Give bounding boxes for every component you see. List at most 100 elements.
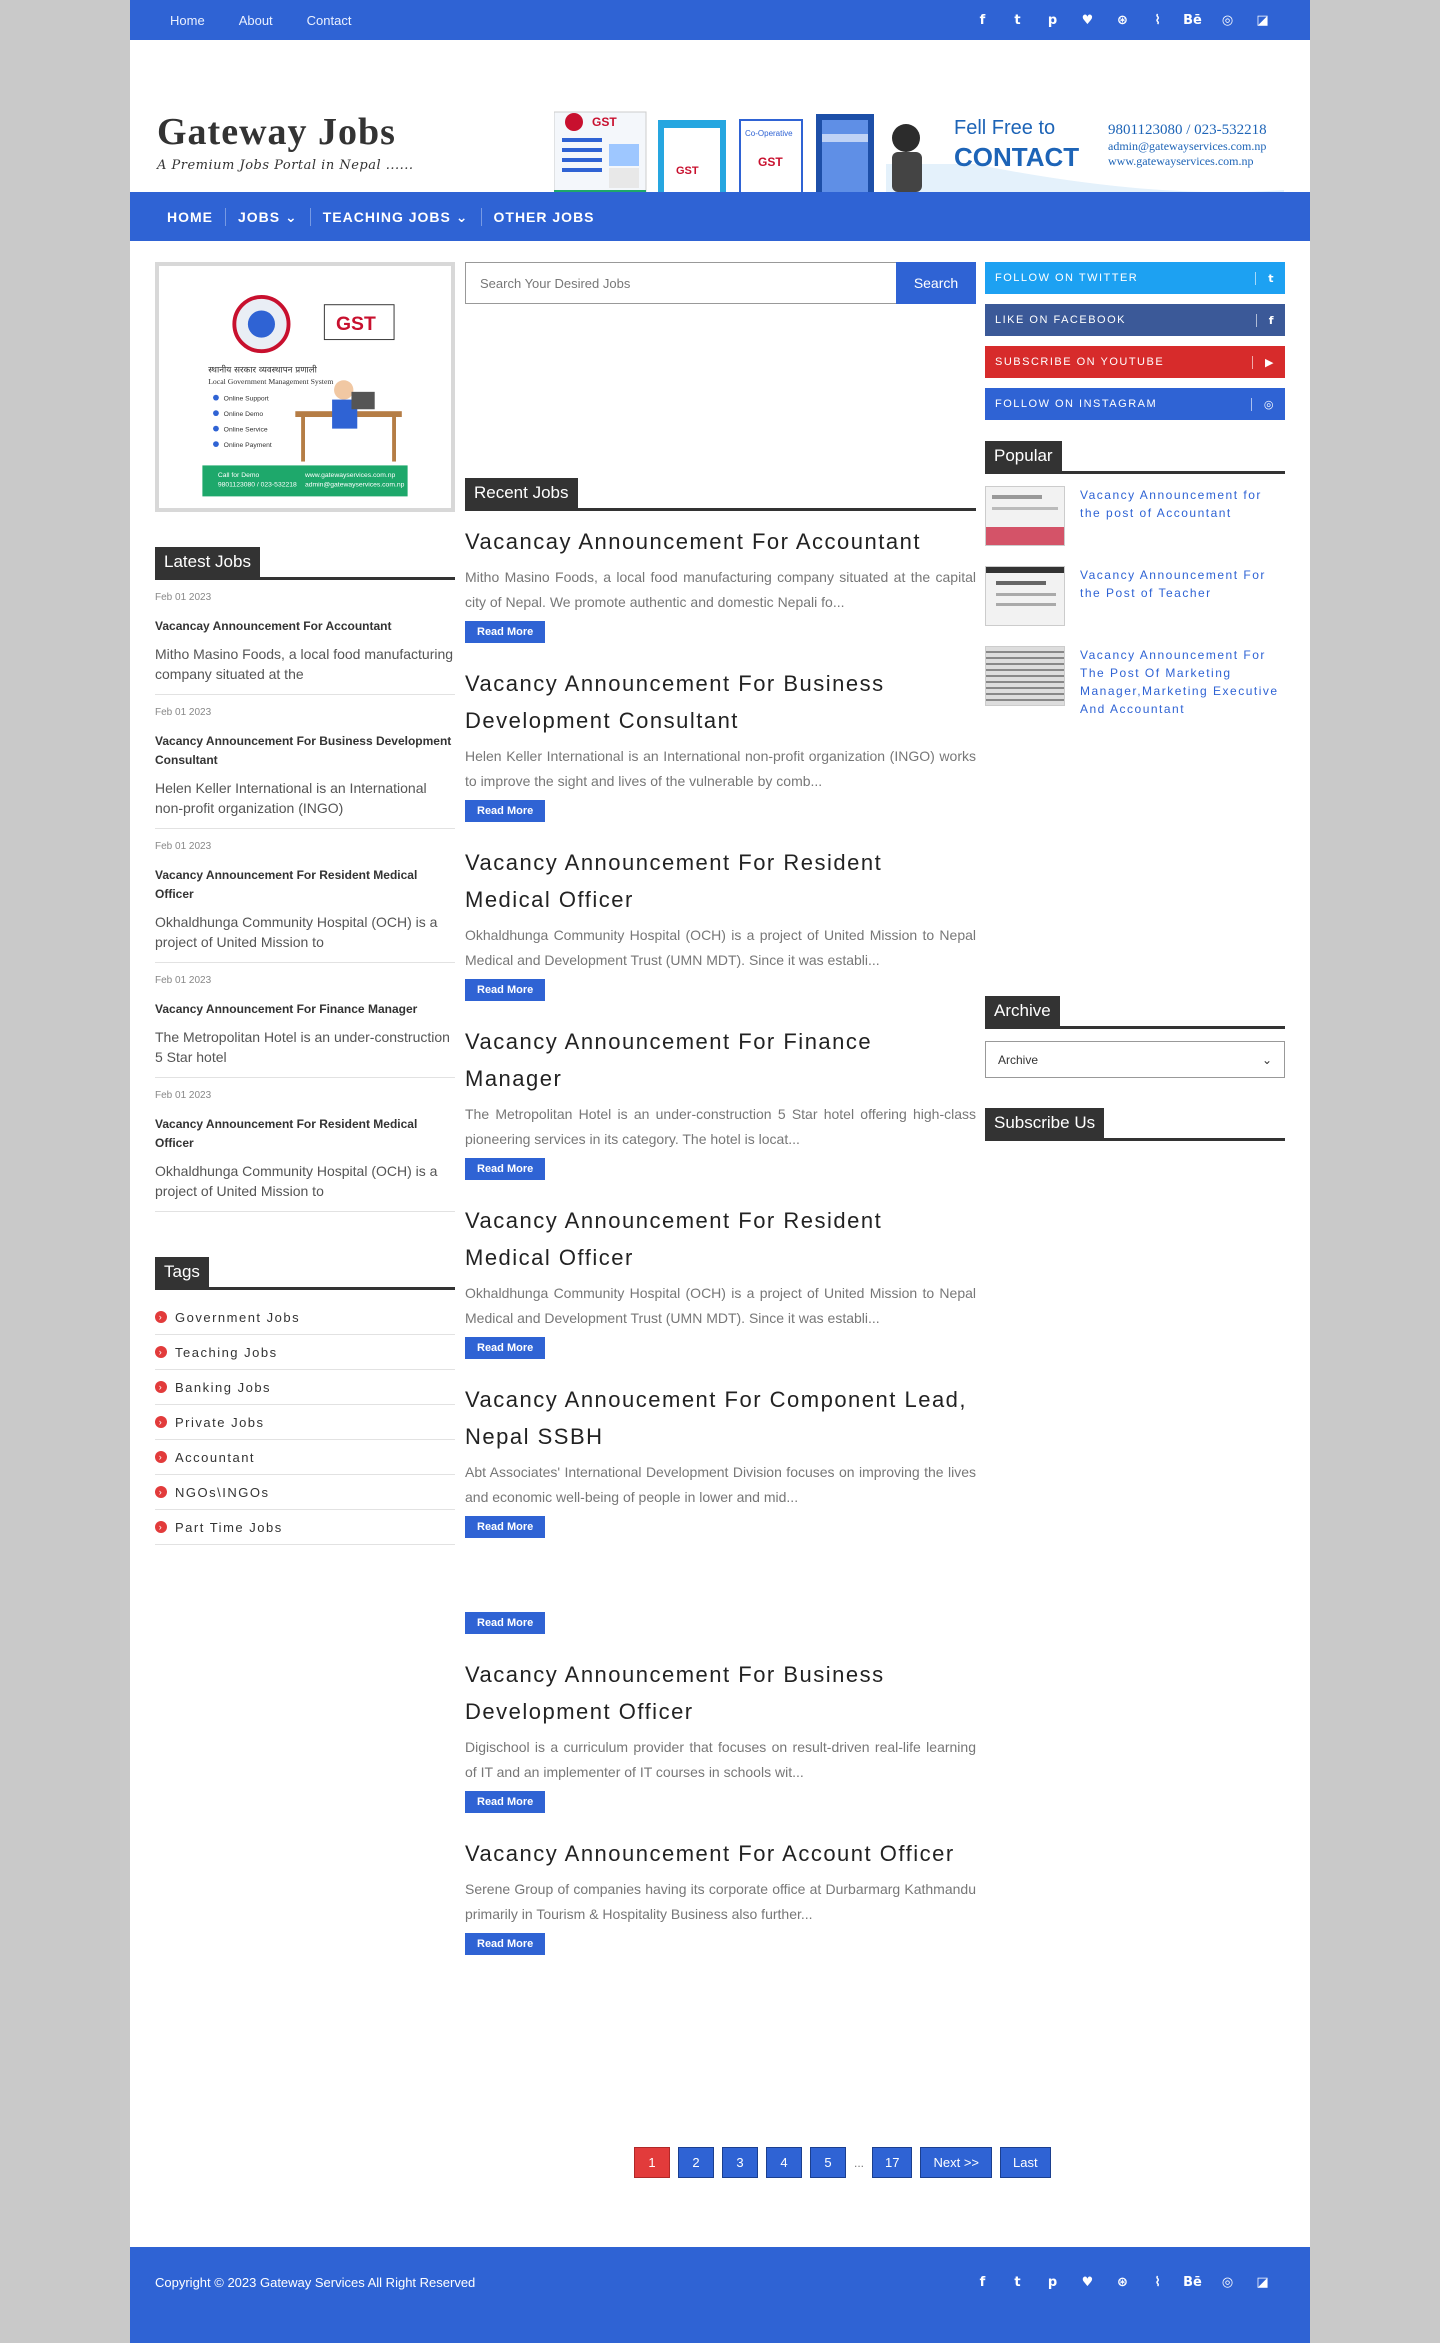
popular-post-link[interactable]: Vacancy Announcement for the post of Acc… [1080, 486, 1285, 546]
rss-icon[interactable]: ⌇ [1140, 2275, 1175, 2290]
follow-label: FOLLOW ON TWITTER [995, 272, 1139, 284]
top-nav-home-link[interactable]: Home [170, 13, 205, 28]
popular-title: Popular [985, 441, 1062, 471]
post-title-link[interactable]: Vacancy Announcement For Resident Medica… [465, 1202, 976, 1276]
tag-part-time-jobs[interactable]: › Part Time Jobs [155, 1510, 455, 1545]
follow-twitter-button[interactable]: FOLLOW ON TWITTER t [985, 262, 1285, 294]
post-title-link[interactable]: Vacancy Annoucement For Component Lead, … [465, 1381, 976, 1455]
dribbble-icon[interactable]: ⊛ [1105, 13, 1140, 28]
subscribe-youtube-button[interactable]: SUBSCRIBE ON YOUTUBE ▶ [985, 346, 1285, 378]
instagram-icon[interactable]: ◎ [1210, 2275, 1245, 2290]
page-2-button[interactable]: 2 [678, 2147, 714, 2178]
read-more-button[interactable]: Read More [465, 1337, 546, 1359]
nav-other-jobs[interactable]: OTHER JOBS [482, 208, 607, 226]
contact-banner: Fell Free to CONTACT 9801123080 / 023-53… [886, 117, 1284, 200]
svg-text:admin@gatewayservices.com.np: admin@gatewayservices.com.np [305, 482, 405, 489]
heart-icon[interactable]: ♥ [1070, 2275, 1105, 2290]
chevron-down-icon: ⌄ [1261, 1052, 1272, 1067]
nav-home[interactable]: HOME [167, 207, 226, 226]
brand[interactable]: Gateway Jobs A Premium Jobs Portal in Ne… [157, 110, 414, 173]
tag-label: Government Jobs [175, 1309, 301, 1325]
tag-ngos-ingos[interactable]: › NGOs\INGOs [155, 1475, 455, 1510]
page-3-button[interactable]: 3 [722, 2147, 758, 2178]
product-box-2: GST [658, 120, 726, 200]
delicious-icon[interactable]: ◪ [1245, 2275, 1280, 2290]
page-1-button[interactable]: 1 [634, 2147, 670, 2178]
read-more-button[interactable]: Read More [465, 1612, 546, 1634]
chevron-right-icon: › [155, 1451, 167, 1463]
tag-private-jobs[interactable]: › Private Jobs [155, 1405, 455, 1440]
latest-item-title-link[interactable]: Vacancy Announcement For Resident Medica… [155, 1115, 455, 1153]
facebook-icon[interactable]: f [965, 2275, 1000, 2290]
page-5-button[interactable]: 5 [810, 2147, 846, 2178]
post-item: Read More [465, 1606, 976, 1634]
top-nav-contact-link[interactable]: Contact [307, 13, 352, 28]
post-thumbnail[interactable] [985, 566, 1065, 626]
facebook-icon[interactable]: f [965, 13, 1000, 28]
tag-government-jobs[interactable]: › Government Jobs [155, 1300, 455, 1335]
top-nav-about-link[interactable]: About [239, 13, 273, 28]
latest-item-title-link[interactable]: Vacancay Announcement For Accountant [155, 617, 455, 636]
tag-teaching-jobs[interactable]: › Teaching Jobs [155, 1335, 455, 1370]
nav-jobs-dropdown[interactable]: JOBS ⌄ [226, 207, 311, 226]
facebook-icon: f [1255, 313, 1275, 327]
delicious-icon[interactable]: ◪ [1245, 13, 1280, 28]
like-facebook-button[interactable]: LIKE ON FACEBOOK f [985, 304, 1285, 336]
read-more-button[interactable]: Read More [465, 1158, 546, 1180]
page-17-button[interactable]: 17 [872, 2147, 913, 2178]
post-excerpt: Okhaldhunga Community Hospital (OCH) is … [465, 927, 976, 968]
twitter-icon[interactable]: t [1000, 13, 1035, 28]
latest-item-title-link[interactable]: Vacancy Announcement For Finance Manager [155, 1000, 455, 1019]
instagram-icon: ◎ [1250, 397, 1275, 411]
post-excerpt: Abt Associates' International Developmen… [465, 1464, 976, 1505]
search-button[interactable]: Search [896, 262, 976, 304]
site-title[interactable]: Gateway Jobs [157, 110, 414, 154]
popular-post-link[interactable]: Vacancy Announcement For The Post Of Mar… [1080, 646, 1285, 718]
page-4-button[interactable]: 4 [766, 2147, 802, 2178]
post-item: Vacancy Announcement For Account Officer… [465, 1835, 976, 1955]
post-title-link[interactable]: Vacancy Announcement For Account Officer [465, 1835, 976, 1872]
top-bar: Home About Contact f t p ♥ ⊛ ⌇ Bē ◎ ◪ [130, 0, 1310, 40]
behance-icon[interactable]: Bē [1175, 13, 1210, 28]
post-title-link[interactable]: Vacancay Announcement For Accountant [465, 523, 976, 560]
search-input[interactable]: Search Your Desired Jobs [465, 262, 896, 304]
youtube-icon: ▶ [1252, 355, 1275, 369]
post-item: Vacancay Announcement For Accountant Mit… [465, 523, 976, 643]
post-title-link[interactable]: Vacancy Announcement For Resident Medica… [465, 844, 976, 918]
pagination-ellipsis: ... [854, 2155, 865, 2170]
post-thumbnail[interactable] [985, 486, 1065, 546]
next-page-button[interactable]: Next >> [920, 2147, 993, 2178]
follow-instagram-button[interactable]: FOLLOW ON INSTAGRAM ◎ [985, 388, 1285, 420]
pinterest-icon[interactable]: p [1035, 2275, 1070, 2290]
header-banner-ad[interactable]: GST GST Co-Operative GST Fell Free to CO… [554, 104, 1284, 204]
read-more-button[interactable]: Read More [465, 1933, 546, 1955]
svg-text:GST: GST [676, 165, 699, 177]
pinterest-icon[interactable]: p [1035, 13, 1070, 28]
read-more-button[interactable]: Read More [465, 1516, 546, 1538]
sidebar-ad[interactable]: GST स्थानीय सरकार व्यवस्थापन प्रणाली Loc… [155, 262, 455, 512]
popular-post-link[interactable]: Vacancy Announcement For the Post of Tea… [1080, 566, 1285, 626]
last-page-button[interactable]: Last [1000, 2147, 1051, 2178]
read-more-button[interactable]: Read More [465, 621, 546, 643]
tag-banking-jobs[interactable]: › Banking Jobs [155, 1370, 455, 1405]
twitter-icon[interactable]: t [1000, 2275, 1035, 2290]
read-more-button[interactable]: Read More [465, 800, 546, 822]
post-title-link[interactable]: Vacancy Announcement For Business Develo… [465, 1656, 976, 1730]
latest-item-title-link[interactable]: Vacancy Announcement For Resident Medica… [155, 866, 455, 904]
dribbble-icon[interactable]: ⊛ [1105, 2275, 1140, 2290]
page: Home About Contact f t p ♥ ⊛ ⌇ Bē ◎ ◪ Ga… [130, 0, 1310, 2343]
latest-item-title-link[interactable]: Vacancy Announcement For Business Develo… [155, 732, 455, 770]
instagram-icon[interactable]: ◎ [1210, 13, 1245, 28]
post-thumbnail[interactable] [985, 646, 1065, 706]
post-title-link[interactable]: Vacancy Announcement For Finance Manager [465, 1023, 976, 1097]
nav-teaching-jobs-dropdown[interactable]: TEACHING JOBS ⌄ [311, 207, 482, 226]
post-title-link[interactable]: Vacancy Announcement For Business Develo… [465, 665, 976, 739]
recent-jobs-title: Recent Jobs [465, 478, 578, 508]
rss-icon[interactable]: ⌇ [1140, 13, 1175, 28]
read-more-button[interactable]: Read More [465, 1791, 546, 1813]
tag-accountant[interactable]: › Accountant [155, 1440, 455, 1475]
heart-icon[interactable]: ♥ [1070, 13, 1105, 28]
behance-icon[interactable]: Bē [1175, 2275, 1210, 2290]
read-more-button[interactable]: Read More [465, 979, 546, 1001]
archive-select[interactable]: Archive ⌄ [985, 1041, 1285, 1078]
